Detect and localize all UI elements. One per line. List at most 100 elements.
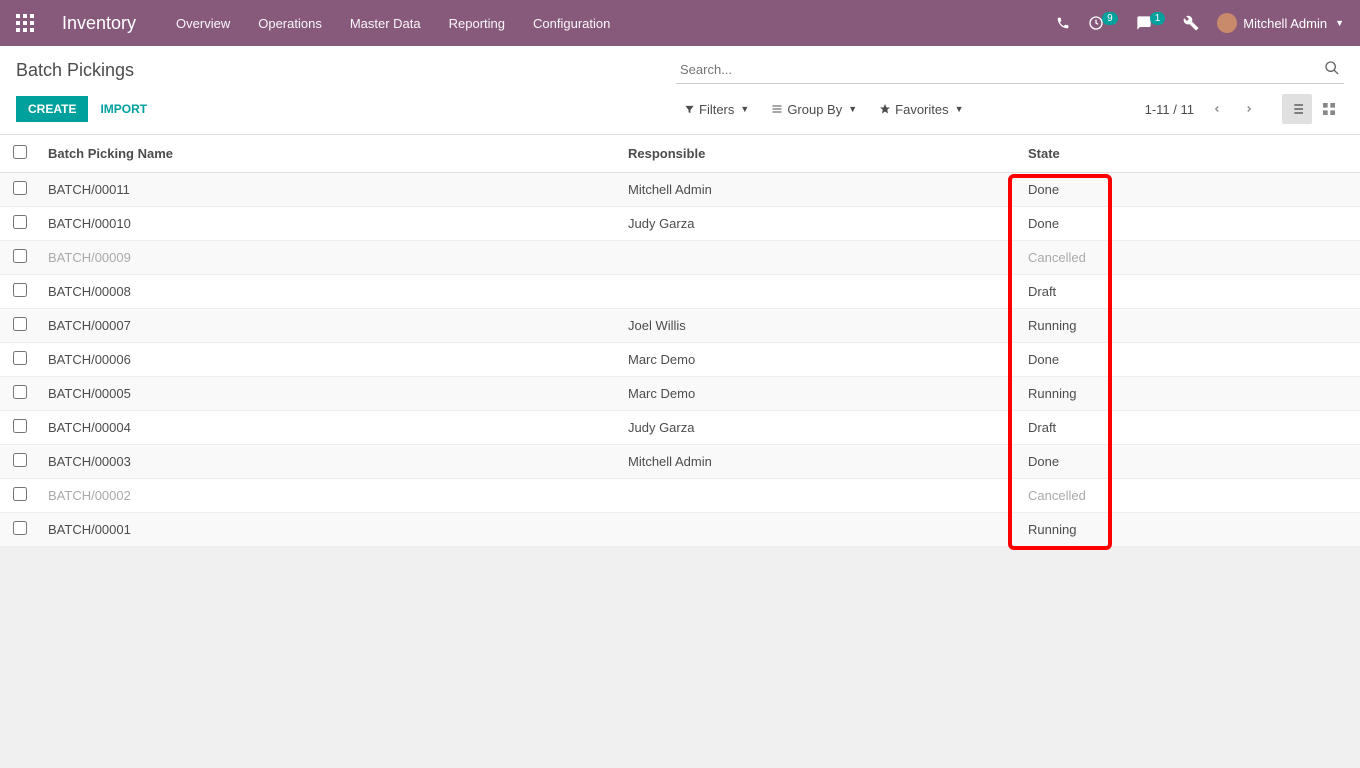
cell-responsible: Mitchell Admin	[620, 173, 1020, 207]
cell-state: Running	[1020, 309, 1360, 343]
cell-name: BATCH/00007	[40, 309, 620, 343]
cell-name: BATCH/00002	[40, 479, 620, 513]
select-all-checkbox[interactable]	[13, 145, 27, 159]
header-responsible[interactable]: Responsible	[620, 135, 1020, 173]
list-view-button[interactable]	[1282, 94, 1312, 124]
list-view: Batch Picking Name Responsible State BAT…	[0, 135, 1360, 547]
kanban-view-button[interactable]	[1314, 94, 1344, 124]
table-row[interactable]: BATCH/00003Mitchell AdminDone	[0, 445, 1360, 479]
cell-name: BATCH/00006	[40, 343, 620, 377]
cell-state: Cancelled	[1020, 479, 1360, 513]
row-checkbox[interactable]	[13, 487, 27, 501]
pager-prev[interactable]	[1208, 98, 1226, 120]
control-panel: Batch Pickings CREATE IMPORT Filters ▼ G…	[0, 46, 1360, 135]
cell-state: Running	[1020, 377, 1360, 411]
row-checkbox[interactable]	[13, 283, 27, 297]
nav-item-configuration[interactable]: Configuration	[533, 16, 610, 31]
cell-name: BATCH/00010	[40, 207, 620, 241]
cell-responsible: Judy Garza	[620, 411, 1020, 445]
user-name: Mitchell Admin	[1243, 16, 1327, 31]
table-row[interactable]: BATCH/00007Joel WillisRunning	[0, 309, 1360, 343]
cell-name: BATCH/00009	[40, 241, 620, 275]
page-title: Batch Pickings	[16, 60, 676, 81]
favorites-dropdown[interactable]: Favorites ▼	[879, 102, 963, 117]
table-row[interactable]: BATCH/00010Judy GarzaDone	[0, 207, 1360, 241]
cell-state: Running	[1020, 513, 1360, 547]
row-checkbox[interactable]	[13, 453, 27, 467]
nav-item-operations[interactable]: Operations	[258, 16, 322, 31]
cell-state: Done	[1020, 343, 1360, 377]
activities-icon[interactable]: 9	[1088, 15, 1118, 31]
filters-label: Filters	[699, 102, 734, 117]
search-input[interactable]	[676, 56, 1344, 84]
header-name[interactable]: Batch Picking Name	[40, 135, 620, 173]
cell-responsible	[620, 275, 1020, 309]
cell-state: Done	[1020, 207, 1360, 241]
cell-responsible	[620, 241, 1020, 275]
header-state[interactable]: State	[1020, 135, 1360, 173]
table-row[interactable]: BATCH/00002 Cancelled	[0, 479, 1360, 513]
row-checkbox[interactable]	[13, 419, 27, 433]
search-icon[interactable]	[1324, 60, 1340, 76]
cell-responsible: Joel Willis	[620, 309, 1020, 343]
table-row[interactable]: BATCH/00009 Cancelled	[0, 241, 1360, 275]
pager-next[interactable]	[1240, 98, 1258, 120]
nav-right: 9 1 Mitchell Admin ▼	[1056, 13, 1344, 33]
app-brand[interactable]: Inventory	[62, 13, 136, 34]
batch-pickings-table: Batch Picking Name Responsible State BAT…	[0, 135, 1360, 547]
nav-item-reporting[interactable]: Reporting	[449, 16, 505, 31]
table-row[interactable]: BATCH/00001 Running	[0, 513, 1360, 547]
cell-state: Cancelled	[1020, 241, 1360, 275]
view-switcher	[1282, 94, 1344, 124]
table-row[interactable]: BATCH/00004Judy GarzaDraft	[0, 411, 1360, 445]
table-row[interactable]: BATCH/00005Marc DemoRunning	[0, 377, 1360, 411]
caret-down-icon: ▼	[1335, 18, 1344, 28]
messages-icon[interactable]: 1	[1136, 15, 1166, 31]
groupby-dropdown[interactable]: Group By ▼	[771, 102, 857, 117]
messages-badge: 1	[1150, 12, 1166, 25]
cell-responsible	[620, 513, 1020, 547]
nav-item-overview[interactable]: Overview	[176, 16, 230, 31]
cell-name: BATCH/00011	[40, 173, 620, 207]
filters-dropdown[interactable]: Filters ▼	[684, 102, 749, 117]
caret-down-icon: ▼	[740, 104, 749, 114]
row-checkbox[interactable]	[13, 181, 27, 195]
cell-name: BATCH/00005	[40, 377, 620, 411]
nav-menu: Overview Operations Master Data Reportin…	[176, 16, 610, 31]
cell-state: Draft	[1020, 275, 1360, 309]
row-checkbox[interactable]	[13, 351, 27, 365]
table-row[interactable]: BATCH/00008Draft	[0, 275, 1360, 309]
row-checkbox[interactable]	[13, 249, 27, 263]
caret-down-icon: ▼	[848, 104, 857, 114]
cell-name: BATCH/00001	[40, 513, 620, 547]
cell-responsible	[620, 479, 1020, 513]
cell-responsible: Judy Garza	[620, 207, 1020, 241]
table-row[interactable]: BATCH/00011Mitchell AdminDone	[0, 173, 1360, 207]
pager: 1-11 / 11	[1145, 94, 1344, 124]
cell-responsible: Marc Demo	[620, 377, 1020, 411]
cell-name: BATCH/00004	[40, 411, 620, 445]
cell-name: BATCH/00003	[40, 445, 620, 479]
cell-state: Draft	[1020, 411, 1360, 445]
apps-icon[interactable]	[16, 14, 34, 32]
pager-text: 1-11 / 11	[1145, 102, 1194, 117]
nav-item-master-data[interactable]: Master Data	[350, 16, 421, 31]
user-menu[interactable]: Mitchell Admin ▼	[1217, 13, 1344, 33]
create-button[interactable]: CREATE	[16, 96, 88, 122]
row-checkbox[interactable]	[13, 385, 27, 399]
avatar	[1217, 13, 1237, 33]
row-checkbox[interactable]	[13, 317, 27, 331]
row-checkbox[interactable]	[13, 215, 27, 229]
table-row[interactable]: BATCH/00006Marc DemoDone	[0, 343, 1360, 377]
import-button[interactable]: IMPORT	[100, 102, 147, 116]
phone-icon[interactable]	[1056, 16, 1070, 30]
cell-responsible: Mitchell Admin	[620, 445, 1020, 479]
activities-badge: 9	[1102, 12, 1118, 25]
search-options: Filters ▼ Group By ▼ Favorites ▼ 1-11 / …	[684, 94, 1344, 124]
cell-responsible: Marc Demo	[620, 343, 1020, 377]
cell-state: Done	[1020, 445, 1360, 479]
favorites-label: Favorites	[895, 102, 948, 117]
row-checkbox[interactable]	[13, 521, 27, 535]
groupby-label: Group By	[787, 102, 842, 117]
debug-icon[interactable]	[1183, 15, 1199, 31]
